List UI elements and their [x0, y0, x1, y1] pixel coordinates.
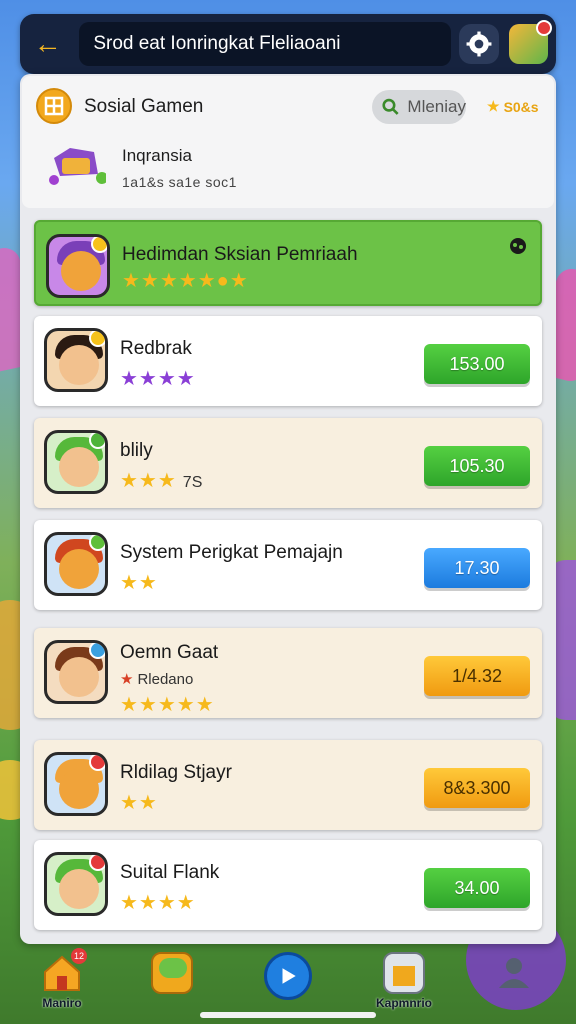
player-name: System Perigkat Pemajajn [120, 542, 343, 563]
rating-stars: ★★★★ [120, 368, 196, 390]
search-icon [382, 98, 399, 115]
page-title: Srod eat Ionringkat Fleliaoani [79, 22, 452, 66]
avatar [44, 532, 108, 596]
rating-stars: ★★★★★●★ [122, 270, 249, 292]
play-icon [282, 968, 296, 984]
top-bar: ← Srod eat Ionringkat Fleliaoani [20, 14, 556, 74]
coin-counter: ★ S0&s [487, 98, 539, 115]
score-button[interactable]: 105.30 [424, 446, 530, 486]
avatar [44, 328, 108, 392]
avatar [44, 852, 108, 916]
calendar-icon [383, 952, 425, 994]
friends-icon [151, 952, 193, 994]
back-arrow-icon[interactable]: ← [28, 24, 67, 64]
hub-title: Sosial Gamen [84, 96, 204, 117]
rating-stars: ★★ [120, 792, 158, 814]
player-name: blily [120, 440, 153, 461]
home-icon: 12 [41, 948, 87, 994]
leaderboard-row[interactable]: Suital Flank ★★★★ 34.00 [34, 840, 542, 930]
game-app-icon[interactable] [508, 20, 553, 64]
score-button[interactable]: 1/4.32 [424, 656, 530, 696]
player-subtitle: ★ Rledano [120, 670, 194, 689]
menu-label: Mleniay [407, 97, 466, 116]
score-button[interactable]: 153.00 [424, 344, 530, 384]
player-name: Rldilag Stjayr [120, 762, 232, 783]
star-icon: ★ [120, 671, 134, 688]
play-button[interactable] [264, 952, 312, 1000]
nav-friends[interactable] [132, 952, 212, 994]
nav-profile-stats[interactable]: Kapmnrio [364, 952, 444, 1010]
player-name: Hedimdan Sksian Pemriaah [122, 244, 358, 265]
avatar [46, 234, 110, 298]
region-subtitle: 1a1&s sa1e soc1 [122, 174, 237, 190]
leaderboard-row[interactable]: Redbrak ★★★★ 153.00 [34, 316, 542, 406]
menu-button[interactable]: Mleniay [372, 90, 466, 124]
region-title: Inqransia [122, 146, 192, 165]
avatar [44, 640, 108, 704]
player-name: Suital Flank [120, 862, 220, 883]
leaderboard-panel: Sosial Gamen Mleniay ★ S0&s Inqransia 1a… [20, 74, 556, 944]
player-name: Oemn Gaat [120, 642, 219, 663]
avatar [44, 430, 108, 494]
leaderboard-row[interactable]: System Perigkat Pemajajn ★★ 17.30 [34, 520, 542, 610]
nav-home-label: Maniro [42, 996, 82, 1010]
score-button[interactable]: 8&3.300 [424, 768, 530, 808]
leaderboard-row[interactable]: blily ★★★ 7S 105.30 [34, 418, 542, 508]
panel-header: Sosial Gamen Mleniay ★ S0&s Inqransia 1a… [22, 76, 554, 208]
player-name: Redbrak [120, 338, 192, 359]
gear-icon [466, 31, 492, 57]
rating-stars: ★★★★ [120, 892, 196, 914]
user-icon [493, 952, 535, 994]
rating-stars: ★★ [120, 572, 158, 594]
nav-account[interactable] [474, 952, 554, 994]
coins-label: S0&s [503, 98, 539, 115]
leaderboard-row[interactable]: Hedimdan Sksian Pemriaah ★★★★★●★ [34, 220, 542, 306]
grid-icon [36, 88, 72, 124]
rating-stars: ★★★ 7S [120, 470, 203, 492]
rating-stars: ★★★★★ [120, 694, 215, 716]
score-button[interactable]: 17.30 [424, 548, 530, 588]
leaderboard-row[interactable]: Rldilag Stjayr ★★ 8&3.300 [34, 740, 542, 830]
nav-profile-label: Kapmnrio [375, 996, 432, 1010]
star-icon: ★ [487, 98, 500, 114]
home-indicator [200, 1012, 376, 1018]
notification-badge: 12 [71, 948, 87, 964]
settings-button[interactable] [459, 24, 499, 64]
nav-home[interactable]: 12 Maniro [22, 948, 102, 1010]
score-button[interactable]: 34.00 [424, 868, 530, 908]
gamepad-icon[interactable] [508, 236, 528, 256]
leaderboard-row[interactable]: Oemn Gaat ★ Rledano ★★★★★ 1/4.32 [34, 628, 542, 718]
avatar [44, 752, 108, 816]
trophy-icon [49, 148, 106, 185]
